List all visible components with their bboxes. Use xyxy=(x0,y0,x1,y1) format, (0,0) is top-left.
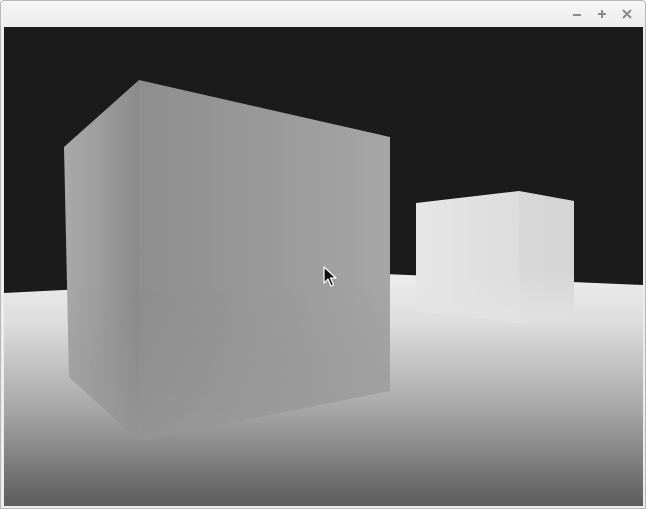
minimize-icon xyxy=(573,14,581,16)
close-button[interactable] xyxy=(619,6,635,22)
small-box[interactable] xyxy=(416,191,574,323)
large-box[interactable] xyxy=(64,80,390,441)
3d-viewport[interactable] xyxy=(4,27,643,506)
app-window xyxy=(0,0,646,509)
minimize-button[interactable] xyxy=(569,6,585,22)
maximize-icon xyxy=(598,10,606,18)
title-bar[interactable] xyxy=(1,1,645,26)
close-icon xyxy=(622,9,632,19)
scene-canvas[interactable] xyxy=(4,27,643,506)
maximize-button[interactable] xyxy=(594,6,610,22)
